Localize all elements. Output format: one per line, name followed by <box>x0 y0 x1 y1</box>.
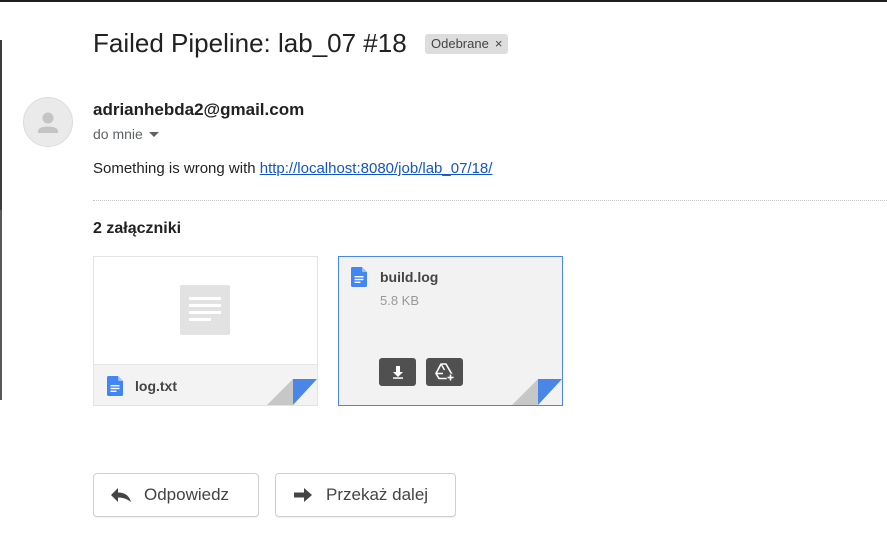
folded-corner-icon <box>267 379 317 405</box>
google-doc-icon <box>351 267 367 287</box>
attachment-card-build-log[interactable]: build.log 5.8 KB <box>338 256 563 406</box>
forward-button[interactable]: Przekaż dalej <box>275 473 456 517</box>
reply-label: Odpowiedz <box>144 485 230 504</box>
attachment-name: log.txt <box>135 378 177 394</box>
person-icon <box>38 112 58 133</box>
save-to-drive-button[interactable] <box>426 358 463 386</box>
reply-button[interactable]: Odpowiedz <box>93 473 259 517</box>
add-to-drive-icon <box>434 363 454 382</box>
attachments-divider <box>93 200 887 201</box>
recipient-label: do mnie <box>93 126 143 142</box>
email-subject: Failed Pipeline: lab_07 #18 <box>93 28 407 58</box>
job-link[interactable]: http://localhost:8080/job/lab_07/18/ <box>260 160 493 177</box>
email-body: Something is wrong with http://localhost… <box>93 160 492 177</box>
attachments-count: 2 załączniki <box>93 220 182 237</box>
remove-label-icon[interactable]: × <box>495 34 503 54</box>
inbox-label-text: Odebrane <box>431 36 489 51</box>
folded-corner-icon <box>512 379 562 405</box>
forward-label: Przekaż dalej <box>326 485 429 504</box>
reply-arrow-icon <box>111 488 131 502</box>
forward-arrow-icon <box>294 488 312 502</box>
download-icon <box>392 366 403 379</box>
attachment-name: build.log <box>380 269 439 285</box>
window-left-edge-lower <box>0 210 2 400</box>
email-body-text: Something is wrong with <box>93 160 260 177</box>
sender-avatar[interactable] <box>23 97 73 147</box>
download-button[interactable] <box>379 358 416 386</box>
google-doc-icon <box>107 376 123 396</box>
window-top-edge <box>0 0 887 2</box>
inbox-label-chip[interactable]: Odebrane × <box>425 34 509 54</box>
sender-email: adrianhebda2@gmail.com <box>93 100 305 119</box>
text-file-preview-icon <box>180 285 230 335</box>
attachment-card-log-txt[interactable]: log.txt <box>93 256 318 406</box>
chevron-down-icon[interactable] <box>148 132 159 137</box>
attachment-size: 5.8 KB <box>380 293 420 308</box>
recipient-details[interactable]: do mnie <box>93 126 159 142</box>
